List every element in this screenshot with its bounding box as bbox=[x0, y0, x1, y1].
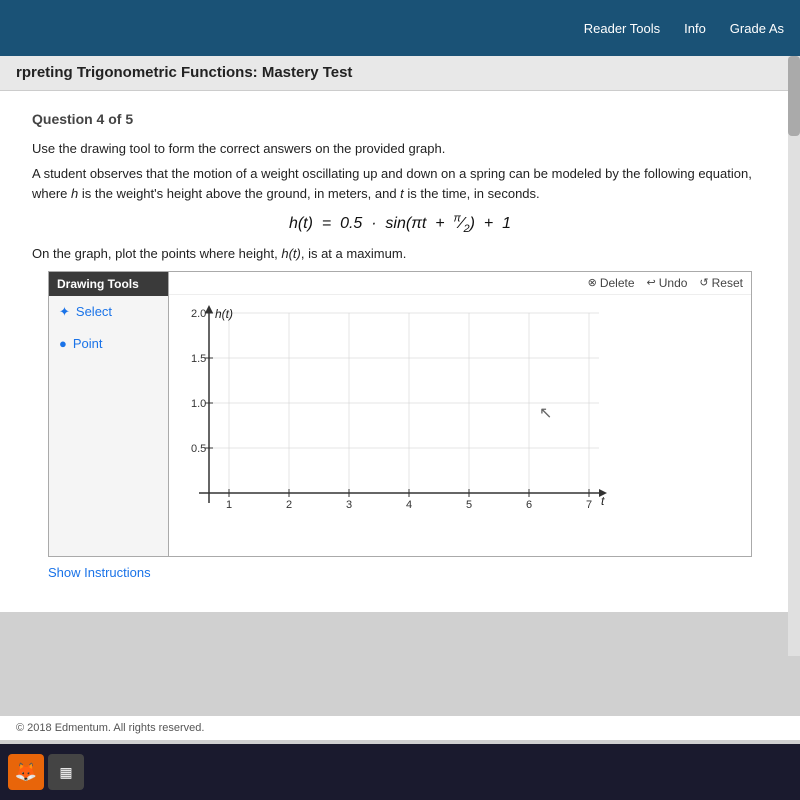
show-instructions-link[interactable]: Show Instructions bbox=[32, 557, 768, 588]
graph-svg-container[interactable]: h(t) t 2.0 1.5 1.0 0.5 bbox=[169, 295, 751, 556]
main-content: Question 4 of 5 Use the drawing tool to … bbox=[0, 91, 800, 612]
graph-container: Drawing Tools ✦ Select ● Point ⊗ Delete bbox=[48, 271, 752, 557]
graph-controls: ⊗ Delete ↩ Undo ↺ Reset bbox=[169, 272, 751, 295]
undo-button[interactable]: ↩ Undo bbox=[647, 276, 688, 290]
taskbar-icon-2[interactable]: ▦ bbox=[48, 754, 84, 790]
question-number: Question 4 of 5 bbox=[32, 111, 133, 127]
x-tick-7: 7 bbox=[586, 499, 592, 511]
x-axis-label: t bbox=[601, 494, 605, 508]
y-tick-05: 0.5 bbox=[191, 443, 206, 455]
delete-label: Delete bbox=[600, 276, 635, 290]
footer-text: © 2018 Edmentum. All rights reserved. bbox=[16, 722, 204, 734]
drawing-tools-header: Drawing Tools bbox=[49, 272, 168, 296]
scrollbar[interactable] bbox=[788, 56, 800, 656]
delete-icon: ⊗ bbox=[588, 276, 597, 289]
point-tool[interactable]: ● Point bbox=[49, 328, 168, 359]
info-link[interactable]: Info bbox=[684, 21, 706, 36]
undo-label: Undo bbox=[659, 276, 688, 290]
top-navigation-bar: Reader Tools Info Grade As bbox=[0, 0, 800, 56]
undo-icon: ↩ bbox=[647, 276, 656, 289]
graph-area-wrapper: ⊗ Delete ↩ Undo ↺ Reset bbox=[169, 272, 751, 556]
page-title-bar: rpreting Trigonometric Functions: Master… bbox=[0, 56, 800, 91]
point-icon: ● bbox=[59, 336, 67, 351]
t-variable: t bbox=[400, 186, 404, 201]
cursor-indicator: ↖ bbox=[539, 405, 552, 422]
equation-display: h(t) = 0.5 · sin(πt + π⁄2) + 1 bbox=[289, 215, 511, 232]
y-tick-2: 2.0 bbox=[191, 308, 206, 320]
scrollbar-thumb[interactable] bbox=[788, 56, 800, 136]
reset-button[interactable]: ↺ Reset bbox=[699, 276, 743, 290]
x-tick-2: 2 bbox=[286, 499, 292, 511]
equation-block: h(t) = 0.5 · sin(πt + π⁄2) + 1 bbox=[32, 213, 768, 236]
grade-as-link[interactable]: Grade As bbox=[730, 21, 784, 36]
reset-icon: ↺ bbox=[699, 276, 708, 289]
plot-instruction: On the graph, plot the points where heig… bbox=[32, 246, 768, 261]
graph-svg[interactable]: h(t) t 2.0 1.5 1.0 0.5 bbox=[169, 303, 669, 543]
y-tick-15: 1.5 bbox=[191, 353, 206, 365]
x-tick-6: 6 bbox=[526, 499, 532, 511]
drawing-tools-panel: Drawing Tools ✦ Select ● Point bbox=[49, 272, 169, 556]
y-axis-label: h(t) bbox=[215, 307, 233, 321]
select-label: Select bbox=[76, 304, 112, 319]
y-tick-1: 1.0 bbox=[191, 398, 206, 410]
delete-button[interactable]: ⊗ Delete bbox=[588, 276, 635, 290]
page-title: rpreting Trigonometric Functions: Master… bbox=[16, 64, 352, 81]
point-label: Point bbox=[73, 336, 103, 351]
question-body: Use the drawing tool to form the correct… bbox=[16, 133, 784, 600]
x-tick-3: 3 bbox=[346, 499, 352, 511]
taskbar-firefox-icon[interactable]: 🦊 bbox=[8, 754, 44, 790]
instruction-text: Use the drawing tool to form the correct… bbox=[32, 141, 768, 156]
x-tick-1: 1 bbox=[226, 499, 232, 511]
problem-text: A student observes that the motion of a … bbox=[32, 164, 768, 203]
select-tool[interactable]: ✦ Select bbox=[49, 296, 168, 328]
x-tick-5: 5 bbox=[466, 499, 472, 511]
h-variable: h bbox=[71, 186, 78, 201]
select-icon: ✦ bbox=[59, 304, 70, 320]
x-tick-4: 4 bbox=[406, 499, 412, 511]
footer-area: © 2018 Edmentum. All rights reserved. bbox=[0, 716, 800, 740]
reset-label: Reset bbox=[712, 276, 743, 290]
question-header: Question 4 of 5 bbox=[16, 103, 784, 133]
taskbar: 🦊 ▦ bbox=[0, 744, 800, 800]
reader-tools-link[interactable]: Reader Tools bbox=[584, 21, 660, 36]
